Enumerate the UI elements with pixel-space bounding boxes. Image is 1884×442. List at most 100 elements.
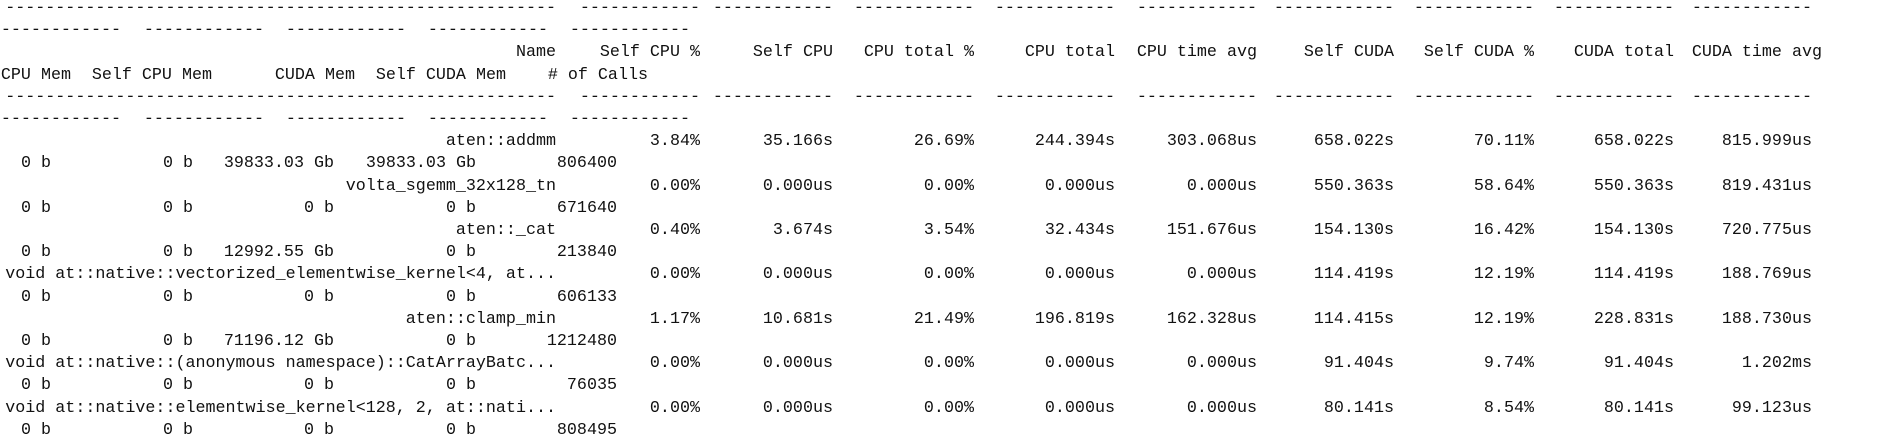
- cell-cuda-mem: 0 b: [303, 198, 334, 218]
- cell-cpu-total: 0.000us: [1044, 354, 1115, 374]
- cell-cpu-total: 0.000us: [1044, 176, 1115, 196]
- cell-cpu-total-pct: 21.49%: [913, 309, 974, 329]
- cell-self-cuda-mem: 0 b: [445, 420, 476, 440]
- cell-cpu-time-avg: 0.000us: [1186, 176, 1257, 196]
- header-cuda-mem: CUDA Mem: [274, 65, 355, 85]
- cell-cpu-total-pct: 26.69%: [913, 132, 974, 152]
- separator-column: ------------: [1553, 0, 1674, 18]
- cell-self-cuda-pct: 9.74%: [1483, 354, 1534, 374]
- header-self-cuda-mem: Self CUDA Mem: [375, 65, 506, 85]
- header-line-1: Name Self CPU % Self CPU CPU total % CPU tot…: [0, 42, 1884, 64]
- cell-self-cpu-pct: 0.00%: [649, 176, 700, 196]
- separator-column: ------------: [1136, 87, 1257, 107]
- separator-column: ------------: [569, 21, 690, 41]
- cell-name: aten::_cat: [455, 221, 556, 240]
- cell-cpu-time-avg: 0.000us: [1186, 265, 1257, 285]
- cell-cuda-mem: 71196.12 Gb: [223, 332, 334, 351]
- cell-self-cuda-pct: 16.42%: [1473, 221, 1534, 240]
- cell-cuda-time-avg: 188.769us: [1721, 265, 1812, 285]
- separator-line: ------------ ------------ ------------ ----…: [0, 20, 1884, 42]
- cell-self-cuda: 114.419s: [1313, 265, 1394, 285]
- header-self-cuda: Self CUDA: [1303, 43, 1394, 63]
- header-cuda-time-avg: CUDA time avg: [1691, 43, 1822, 63]
- separator-column: ------------: [853, 87, 974, 107]
- table-row-continuation: 0 b 0 b 0 b 0 b 76035: [0, 375, 1884, 397]
- table-row: void at::native::(anonymous namespace)::…: [0, 353, 1884, 375]
- cell-self-cuda-mem: 0 b: [445, 243, 476, 263]
- cell-cpu-time-avg: 162.328us: [1166, 309, 1257, 329]
- cell-cuda-mem: 12992.55 Gb: [223, 243, 334, 263]
- cell-self-cpu: 35.166s: [762, 132, 833, 152]
- cell-self-cuda-pct: 12.19%: [1473, 309, 1534, 329]
- separator-column: ------------: [285, 21, 406, 41]
- separator-column: ------------: [0, 110, 121, 129]
- cell-self-cpu-pct: 0.00%: [649, 398, 700, 418]
- cell-name: void at::native::elementwise_kernel<128,…: [5, 398, 556, 418]
- cell-cpu-total: 196.819s: [1034, 309, 1115, 329]
- cell-cuda-total: 228.831s: [1593, 309, 1674, 329]
- cell-self-cpu: 3.674s: [772, 221, 833, 240]
- cell-num-calls: 213840: [556, 243, 617, 263]
- table-row: aten::addmm 3.84% 35.166s 26.69% 244.394s 303…: [0, 131, 1884, 153]
- cell-cuda-total: 91.404s: [1603, 354, 1674, 374]
- cell-cpu-mem: 0 b: [20, 198, 51, 218]
- cell-cpu-time-avg: 0.000us: [1186, 398, 1257, 418]
- separator-column: ------------: [1136, 0, 1257, 18]
- cell-num-calls: 808495: [556, 420, 617, 440]
- separator-column: ------------: [143, 21, 264, 41]
- separator-column: ------------: [853, 0, 974, 18]
- cell-self-cpu-pct: 0.00%: [649, 354, 700, 374]
- cell-self-cpu-mem: 0 b: [162, 420, 193, 440]
- header-line-2: CPU Mem Self CPU Mem CUDA Mem Self CUDA Mem…: [0, 65, 1884, 87]
- header-cuda-total: CUDA total: [1573, 43, 1674, 63]
- separator-column: ------------: [1273, 0, 1394, 18]
- cell-cuda-total: 154.130s: [1593, 221, 1674, 240]
- cell-self-cpu-pct: 3.84%: [649, 132, 700, 152]
- cell-num-calls: 606133: [556, 287, 617, 307]
- header-self-cpu-mem: Self CPU Mem: [91, 65, 212, 85]
- cell-num-calls: 671640: [556, 198, 617, 218]
- separator-column: ------------: [579, 87, 700, 107]
- cell-self-cuda: 550.363s: [1313, 176, 1394, 196]
- cell-cuda-mem: 0 b: [303, 376, 334, 396]
- cell-cuda-total: 658.022s: [1593, 132, 1674, 152]
- cell-self-cpu-mem: 0 b: [162, 154, 193, 174]
- header-self-cpu-pct: Self CPU %: [599, 43, 700, 63]
- separator-column: ------------: [1413, 87, 1534, 107]
- cell-self-cpu-pct: 0.40%: [649, 221, 700, 240]
- separator-column: ------------: [569, 110, 690, 129]
- cell-cuda-mem: 39833.03 Gb: [223, 154, 334, 174]
- table-row-continuation: 0 b 0 b 71196.12 Gb 0 b 1212480: [0, 331, 1884, 353]
- cell-cpu-mem: 0 b: [20, 154, 51, 174]
- separator-column: ------------: [712, 87, 833, 107]
- table-row: void at::native::elementwise_kernel<128,…: [0, 398, 1884, 420]
- cell-cpu-total: 32.434s: [1044, 221, 1115, 240]
- cell-name: aten::clamp_min: [405, 309, 556, 329]
- cell-cpu-total-pct: 0.00%: [923, 176, 974, 196]
- cell-self-cuda: 114.415s: [1313, 309, 1394, 329]
- separator-column: ------------: [285, 110, 406, 129]
- table-row-continuation: 0 b 0 b 39833.03 Gb 39833.03 Gb 806400: [0, 153, 1884, 175]
- header-cpu-mem: CPU Mem: [0, 65, 71, 85]
- header-cpu-total-pct: CPU total %: [863, 43, 974, 63]
- cell-cpu-total: 0.000us: [1044, 398, 1115, 418]
- cell-cpu-total-pct: 0.00%: [923, 354, 974, 374]
- profiler-console-output: ------------ ------------ ------------ ----…: [0, 0, 1884, 440]
- cell-self-cuda-mem: 0 b: [445, 198, 476, 218]
- header-cpu-total: CPU total: [1024, 43, 1115, 63]
- cell-self-cuda-mem: 39833.03 Gb: [365, 154, 476, 174]
- separator-name: ----------------------------------------…: [5, 87, 556, 107]
- cell-self-cpu-mem: 0 b: [162, 376, 193, 396]
- header-cpu-time-avg: CPU time avg: [1136, 43, 1257, 63]
- cell-self-cpu: 0.000us: [762, 398, 833, 418]
- cell-self-cpu: 0.000us: [762, 176, 833, 196]
- separator-column: ------------: [427, 21, 548, 41]
- cell-cpu-mem: 0 b: [20, 287, 51, 307]
- cell-self-cuda-pct: 70.11%: [1473, 132, 1534, 152]
- cell-cuda-total: 114.419s: [1593, 265, 1674, 285]
- cell-self-cuda-pct: 58.64%: [1473, 176, 1534, 196]
- cell-num-calls: 76035: [566, 376, 617, 396]
- table-row: volta_sgemm_32x128_tn 0.00% 0.000us 0.00% 0.…: [0, 176, 1884, 198]
- cell-cpu-mem: 0 b: [20, 420, 51, 440]
- table-row-continuation: 0 b 0 b 0 b 0 b 606133: [0, 287, 1884, 309]
